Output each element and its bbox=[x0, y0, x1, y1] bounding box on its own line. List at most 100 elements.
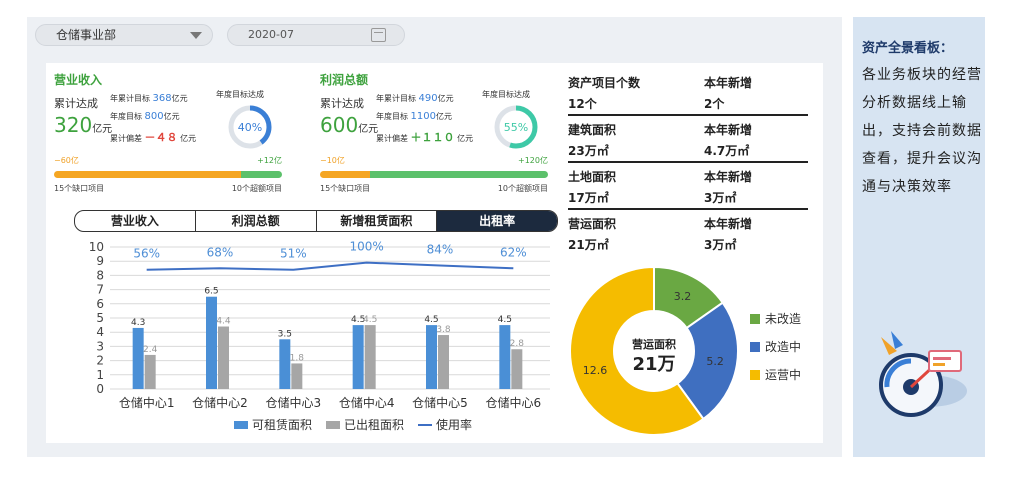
row-value: 368 bbox=[152, 93, 172, 104]
kpi-title: 营业收入 bbox=[54, 73, 103, 87]
asset-header: 营运面积 bbox=[568, 217, 617, 231]
side-body: 各业务板块的经营分析数据线上输出，支持会前数据查看，提升会议沟通与决策效率 bbox=[862, 67, 982, 195]
kpi-cum-number: 320 bbox=[54, 113, 93, 137]
bar-leasable bbox=[206, 296, 217, 389]
department-select[interactable]: 仓储事业部 bbox=[35, 24, 213, 46]
ring-gauge: 40% bbox=[228, 105, 272, 149]
donut-center-label: 营运面积 bbox=[632, 337, 676, 351]
y-tick-label: 8 bbox=[96, 268, 104, 282]
legend-swatch bbox=[234, 421, 248, 429]
bar-value-label: 4.5 bbox=[498, 315, 512, 325]
bar-leasable bbox=[352, 325, 364, 389]
row-unit: 亿元 bbox=[171, 94, 188, 103]
y-tick-label: 6 bbox=[96, 297, 104, 311]
line-value-label: 62% bbox=[500, 245, 527, 259]
bar-value-label: 1.8 bbox=[290, 353, 305, 363]
legend-swatch bbox=[750, 342, 760, 352]
screen-line bbox=[933, 363, 945, 366]
legend-swatch bbox=[750, 314, 760, 324]
kpi-cum-value: 600亿元 bbox=[320, 113, 378, 137]
donut-slice-label: 12.6 bbox=[583, 364, 608, 377]
kpi-title: 利润总额 bbox=[320, 73, 369, 87]
line-value-label: 100% bbox=[350, 240, 384, 254]
row-unit: 亿元 bbox=[437, 94, 454, 103]
excess-value: +12亿 bbox=[257, 156, 282, 165]
asset-new-value: 3万㎡ bbox=[704, 238, 737, 252]
x-tick-label: 仓储中心5 bbox=[412, 395, 468, 410]
row-unit: 亿元 bbox=[436, 112, 452, 121]
ring-value: 40% bbox=[238, 121, 262, 134]
asset-new-value: 4.7万㎡ bbox=[704, 144, 750, 158]
side-note-panel: 资产全景看板： 各业务板块的经营分析数据线上输出，支持会前数据查看，提升会议沟通… bbox=[853, 17, 985, 457]
line-value-label: 68% bbox=[207, 245, 234, 259]
kpi-cum-label: 累计达成 bbox=[320, 97, 364, 110]
row-value: 490 bbox=[418, 93, 438, 104]
bar-value-label: 2.8 bbox=[510, 339, 525, 349]
asset-header: 资产项目个数 bbox=[568, 76, 641, 90]
asset-header: 土地面积 bbox=[568, 170, 617, 184]
bar-value-label: 6.5 bbox=[204, 287, 218, 297]
bar-leasable bbox=[279, 339, 291, 389]
dashboard-panel: 仓储事业部 2020-07 营业收入 累计达成 320亿元 年累计目标 368亿… bbox=[27, 17, 842, 457]
bar-leasable bbox=[499, 325, 511, 389]
asset-value: 17万㎡ bbox=[568, 191, 609, 205]
asset-row-land-area: 土地面积 本年新增 17万㎡ 3万㎡ bbox=[568, 163, 818, 210]
legend-swatch bbox=[750, 370, 760, 380]
asset-new-header: 本年新增 bbox=[704, 217, 753, 231]
legend-label: 使用率 bbox=[436, 417, 472, 432]
kpi-row-deviation: 累计偏差 －４８ 亿元 bbox=[110, 129, 196, 145]
y-tick-label: 7 bbox=[96, 283, 104, 297]
screen-line bbox=[933, 357, 951, 360]
asset-new-header: 本年新增 bbox=[704, 170, 753, 184]
tab-revenue[interactable]: 营业收入 bbox=[75, 211, 196, 231]
bar-leased bbox=[144, 354, 156, 389]
kpi-profit: 利润总额 累计达成 600亿元 年累计目标 490亿元 年度目标 1100亿元 … bbox=[312, 63, 564, 193]
dashboard-illustration-icon bbox=[879, 331, 967, 417]
bar-leasable bbox=[132, 327, 144, 389]
legend-swatch bbox=[326, 421, 340, 429]
x-tick-label: 仓储中心3 bbox=[266, 395, 322, 410]
kpi-row-deviation: 累计偏差 ＋１１０ 亿元 bbox=[376, 129, 473, 145]
row-unit: 亿元 bbox=[457, 134, 474, 143]
kpi-row-target-year: 年度目标 1100亿元 bbox=[376, 111, 452, 122]
bar-value-label: 4.3 bbox=[131, 318, 145, 328]
row-value: ＋１１０ bbox=[410, 131, 455, 144]
excess-value: +120亿 bbox=[518, 156, 548, 165]
asset-row-operating-area: 营运面积 本年新增 21万㎡ 3万㎡ bbox=[568, 210, 818, 257]
kpi-revenue: 营业收入 累计达成 320亿元 年累计目标 368亿元 年度目标 800亿元 累… bbox=[46, 63, 298, 193]
x-tick-label: 仓储中心1 bbox=[119, 395, 175, 410]
row-value: 800 bbox=[144, 111, 164, 122]
gap-value: −10亿 bbox=[320, 156, 345, 165]
bar-leased bbox=[364, 325, 376, 389]
kpi-cum-number: 600 bbox=[320, 113, 359, 137]
tab-new-lease-area[interactable]: 新增租赁面积 bbox=[317, 211, 438, 231]
y-tick-label: 1 bbox=[96, 368, 104, 382]
kpi-row-target-year: 年度目标 800亿元 bbox=[110, 111, 180, 122]
row-label: 累计偏差 bbox=[110, 134, 142, 143]
tab-occupancy-rate[interactable]: 出租率 bbox=[437, 211, 557, 231]
asset-new-value: 2个 bbox=[704, 97, 725, 111]
row-label: 年度目标 bbox=[376, 112, 408, 121]
legend-label: 已出租面积 bbox=[344, 418, 404, 432]
operating-area-donut: 3.2 5.2 12.6 营运面积 21万 未改造改造中运营中 bbox=[569, 265, 801, 436]
asset-stats: 资产项目个数 本年新增 12个 2个 建筑面积 本年新增 23万㎡ 4.7万㎡ … bbox=[568, 69, 818, 257]
occupancy-chart: 012345678910 4.3 2.4 仓储中心1 56% 6.5 4.4 仓储中心2 68%… bbox=[89, 240, 550, 432]
gap-value: −60亿 bbox=[54, 156, 79, 165]
row-label: 年度目标 bbox=[110, 112, 142, 121]
kpi-row-target-cum: 年累计目标 490亿元 bbox=[376, 93, 454, 104]
asset-value: 21万㎡ bbox=[568, 238, 609, 252]
y-tick-label: 0 bbox=[96, 382, 104, 396]
kpi-cum-label: 累计达成 bbox=[54, 97, 98, 110]
y-tick-label: 9 bbox=[96, 254, 104, 268]
y-tick-label: 3 bbox=[96, 339, 104, 353]
tab-profit[interactable]: 利润总额 bbox=[196, 211, 317, 231]
line-value-label: 84% bbox=[427, 242, 454, 256]
date-picker[interactable]: 2020-07 bbox=[227, 24, 405, 46]
bar-value-label: 2.4 bbox=[143, 345, 158, 355]
bar-value-label: 3.8 bbox=[436, 325, 451, 335]
chevron-down-icon bbox=[190, 32, 202, 39]
gap-excess-bar bbox=[54, 171, 282, 178]
row-label: 年累计目标 bbox=[376, 94, 416, 103]
x-tick-label: 仓储中心6 bbox=[486, 395, 542, 410]
bar-leased bbox=[438, 335, 449, 389]
